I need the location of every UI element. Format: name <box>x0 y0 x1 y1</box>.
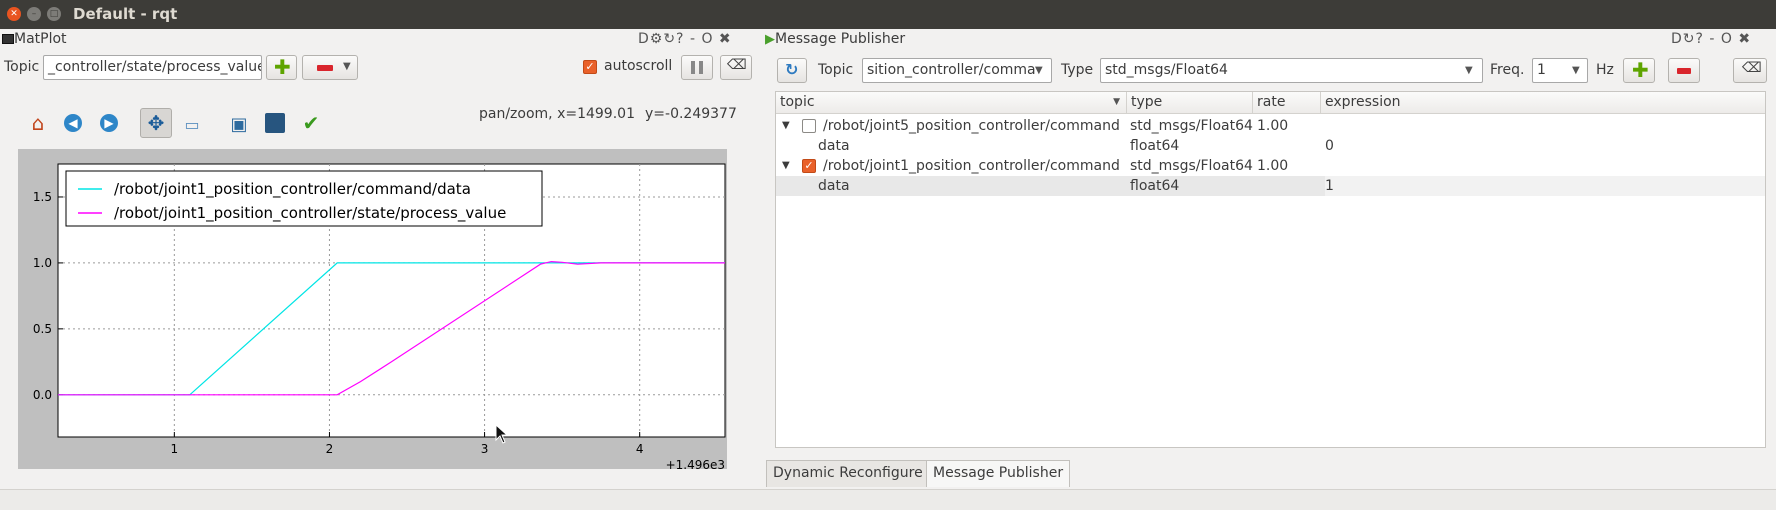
plot-canvas[interactable]: 1 2 3 4 0.0 0.5 1.0 1.5 +1.496e3/robot/joint1_po… <box>18 149 727 469</box>
column-header-rate[interactable]: rate <box>1253 92 1321 114</box>
row-type: std_msgs/Float64 <box>1130 158 1253 174</box>
minus-icon <box>317 65 333 71</box>
publish-checkbox[interactable] <box>802 119 816 133</box>
remove-topic-button[interactable]: ▼ <box>302 55 358 80</box>
plus-icon: ✚ <box>1632 58 1649 82</box>
publish-checkbox[interactable]: ✓ <box>802 159 816 173</box>
chevron-down-icon[interactable]: ▼ <box>1465 65 1473 76</box>
chevron-down-icon[interactable]: ▼ <box>1035 65 1043 76</box>
expand-arrow-icon[interactable]: ▼ <box>782 116 790 136</box>
zoom-icon[interactable]: ▭ <box>178 109 206 137</box>
matplot-topic-input[interactable]: _controller/state/process_value <box>43 55 262 80</box>
refresh-topics-button[interactable]: ↻ <box>777 58 807 83</box>
clear-icon: ⌫ <box>1742 60 1762 76</box>
publisher-topic-label: Topic <box>818 62 854 78</box>
x-tick-label: 2 <box>326 442 334 456</box>
plus-icon: ✚ <box>274 55 291 79</box>
status-bar <box>0 489 1776 510</box>
edit-curves-icon[interactable]: ✔ <box>297 109 325 137</box>
refresh-icon: ↻ <box>785 60 799 79</box>
row-topic: data <box>818 178 850 194</box>
row-expression[interactable]: 1 <box>1325 176 1765 196</box>
pause-icon <box>691 61 695 74</box>
mouse-cursor-icon <box>495 424 509 444</box>
title-bar: ✕ – □ Default - rqt <box>0 0 1776 29</box>
clear-icon: ⌫ <box>727 57 747 73</box>
matplot-dock-buttons[interactable]: D⚙↻? - O ✖ <box>638 31 732 47</box>
row-topic: /robot/joint5_position_controller/comman… <box>823 118 1120 134</box>
column-header-topic[interactable]: topic ▼ <box>776 92 1127 114</box>
coordinate-readout-y: y=-0.249377 <box>645 106 737 122</box>
matplot-dock-icon <box>2 34 14 44</box>
x-tick-label: 1 <box>171 442 179 456</box>
publisher-dock-title: Message Publisher <box>775 31 906 47</box>
legend-label: /robot/joint1_position_controller/state/… <box>114 204 506 223</box>
forward-icon[interactable]: ▶ <box>95 109 123 137</box>
chevron-down-icon: ▼ <box>343 61 351 72</box>
row-topic: data <box>818 138 850 154</box>
matplot-dock-title: MatPlot <box>14 31 67 47</box>
home-icon[interactable]: ⌂ <box>24 109 52 137</box>
x-tick-label: 4 <box>636 442 644 456</box>
expand-arrow-icon[interactable]: ▼ <box>782 156 790 176</box>
back-icon[interactable]: ◀ <box>59 109 87 137</box>
matplot-dock-header: MatPlot <box>2 31 67 53</box>
pause-button[interactable] <box>681 55 713 80</box>
line-chart[interactable]: 1 2 3 4 0.0 0.5 1.0 1.5 +1.496e3/robot/joint1_po… <box>18 149 727 469</box>
x-offset-label: +1.496e3 <box>666 458 725 469</box>
type-label: Type <box>1061 62 1094 78</box>
tab-dynamic-reconfigure[interactable]: Dynamic Reconfigure <box>766 460 930 487</box>
column-header-type[interactable]: type <box>1127 92 1253 114</box>
x-tick-label: 3 <box>481 442 489 456</box>
close-window-button[interactable]: ✕ <box>7 7 21 21</box>
autoscroll-label: autoscroll <box>604 58 673 74</box>
row-rate[interactable]: 1.00 <box>1257 156 1288 176</box>
publisher-dock-buttons[interactable]: D↻? - O ✖ <box>1671 31 1751 47</box>
freq-label: Freq. <box>1490 62 1525 78</box>
row-type: float64 <box>1130 138 1180 154</box>
play-icon: ▶ <box>765 32 775 47</box>
y-tick-label: 1.0 <box>33 256 52 270</box>
minus-icon <box>1677 68 1691 74</box>
matplot-topic-label: Topic <box>4 59 40 75</box>
save-icon[interactable] <box>261 109 289 137</box>
column-header-expression[interactable]: expression <box>1321 92 1765 114</box>
table-row[interactable]: data float64 0 <box>776 136 1765 156</box>
autoscroll-checkbox[interactable]: ✓ <box>583 60 597 74</box>
pan-icon[interactable]: ✥ <box>140 108 172 138</box>
table-row-selected[interactable]: data float64 1 <box>776 176 1765 196</box>
type-input[interactable]: std_msgs/Float64 <box>1100 58 1483 83</box>
hz-label: Hz <box>1596 62 1614 78</box>
row-rate[interactable]: 1.00 <box>1257 116 1288 136</box>
minimize-window-button[interactable]: – <box>27 7 41 21</box>
coordinate-readout-x: pan/zoom, x=1499.01 <box>479 106 635 122</box>
table-row[interactable]: ▼ ✓ /robot/joint1_position_controller/co… <box>776 156 1765 176</box>
clear-button[interactable]: ⌫ <box>720 55 752 80</box>
row-topic: /robot/joint1_position_controller/comman… <box>823 158 1120 174</box>
add-publisher-button[interactable]: ✚ <box>1623 58 1655 83</box>
y-tick-label: 1.5 <box>33 190 52 204</box>
publisher-dock-header: ▶Message Publisher <box>765 31 905 53</box>
row-type: std_msgs/Float64 <box>1130 118 1253 134</box>
y-tick-label: 0.5 <box>33 322 52 336</box>
publisher-table[interactable]: topic ▼ type rate expression ▼ /robot/jo… <box>775 91 1766 448</box>
add-topic-button[interactable]: ✚ <box>266 55 297 80</box>
clear-publishers-button[interactable]: ⌫ <box>1733 58 1767 83</box>
row-expression[interactable]: 0 <box>1325 136 1334 156</box>
row-type: float64 <box>1130 178 1180 194</box>
y-tick-label: 0.0 <box>33 388 52 402</box>
publisher-topic-input[interactable]: sition_controller/comma <box>862 58 1052 83</box>
remove-publisher-button[interactable] <box>1668 58 1700 83</box>
tab-message-publisher[interactable]: Message Publisher <box>926 460 1071 487</box>
table-row[interactable]: ▼ /robot/joint5_position_controller/comm… <box>776 116 1765 136</box>
window-title: Default - rqt <box>73 5 178 23</box>
chevron-down-icon[interactable]: ▼ <box>1572 65 1580 76</box>
sort-indicator-icon: ▼ <box>1113 97 1120 107</box>
subplots-icon[interactable]: ▣ <box>225 109 253 137</box>
maximize-window-button[interactable]: □ <box>47 7 61 21</box>
legend-label: /robot/joint1_position_controller/comman… <box>114 180 471 199</box>
